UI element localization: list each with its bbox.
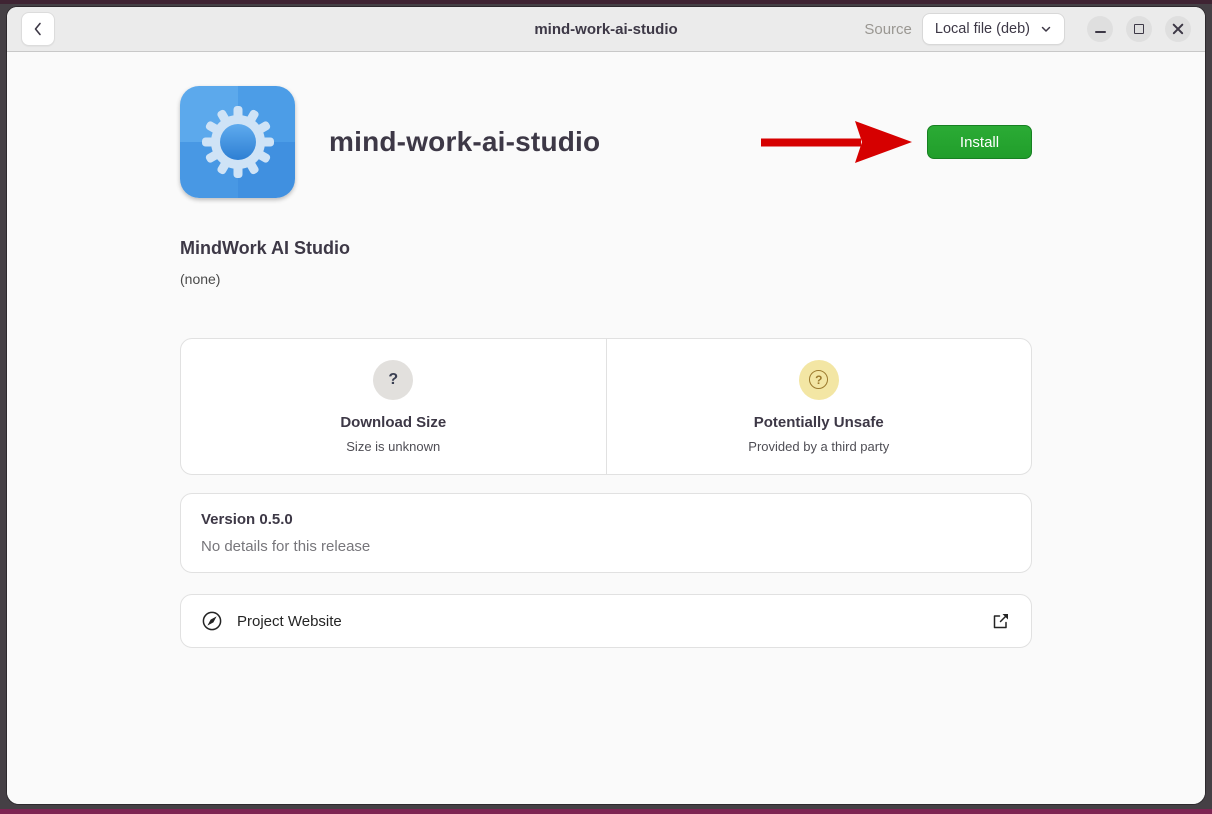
source-label: Source [864,21,912,38]
tile-title: Download Size [340,414,446,431]
install-button[interactable]: Install [927,125,1032,159]
tile-subtitle: Size is unknown [346,439,440,454]
safety-tile[interactable]: ? Potentially Unsafe Provided by a third… [606,339,1032,474]
desktop-edge-top [0,0,1212,4]
question-mark-icon: ? [373,360,413,400]
minimize-icon [1095,31,1106,33]
project-website-label: Project Website [237,613,991,630]
app-hero: mind-work-ai-studio Install [180,86,1032,198]
headerbar: mind-work-ai-studio Source Local file (d… [7,7,1205,52]
chevron-down-icon [1040,23,1052,35]
version-title: Version 0.5.0 [201,511,1011,528]
tile-subtitle: Provided by a third party [748,439,889,454]
tile-title: Potentially Unsafe [754,414,884,431]
source-dropdown[interactable]: Local file (deb) [922,13,1065,45]
download-size-tile[interactable]: ? Download Size Size is unknown [181,339,606,474]
version-card: Version 0.5.0 No details for this releas… [180,493,1032,573]
context-tiles: ? Download Size Size is unknown ? Potent… [180,338,1032,475]
version-subtitle: No details for this release [201,538,1011,555]
software-window: mind-work-ai-studio Source Local file (d… [7,7,1205,804]
chevron-left-icon [30,21,46,37]
app-display-name: MindWork AI Studio [180,238,1032,259]
compass-icon [201,610,223,632]
back-button[interactable] [21,12,55,46]
project-website-row[interactable]: Project Website [180,594,1032,648]
desktop-edge-bottom [0,809,1212,814]
minimize-button[interactable] [1087,16,1113,42]
close-icon [1172,23,1184,35]
warning-question-icon: ? [799,360,839,400]
app-id-title: mind-work-ai-studio [329,126,761,158]
maximize-icon [1134,24,1144,34]
external-link-icon [991,611,1011,631]
app-developer: (none) [180,271,1032,287]
close-button[interactable] [1165,16,1191,42]
window-controls [1087,16,1191,42]
app-details-page: mind-work-ai-studio Install MindWork AI … [7,52,1205,804]
maximize-button[interactable] [1126,16,1152,42]
source-dropdown-value: Local file (deb) [935,21,1030,37]
gear-icon [200,104,276,180]
app-icon [180,86,295,198]
annotation-arrow [761,118,913,166]
